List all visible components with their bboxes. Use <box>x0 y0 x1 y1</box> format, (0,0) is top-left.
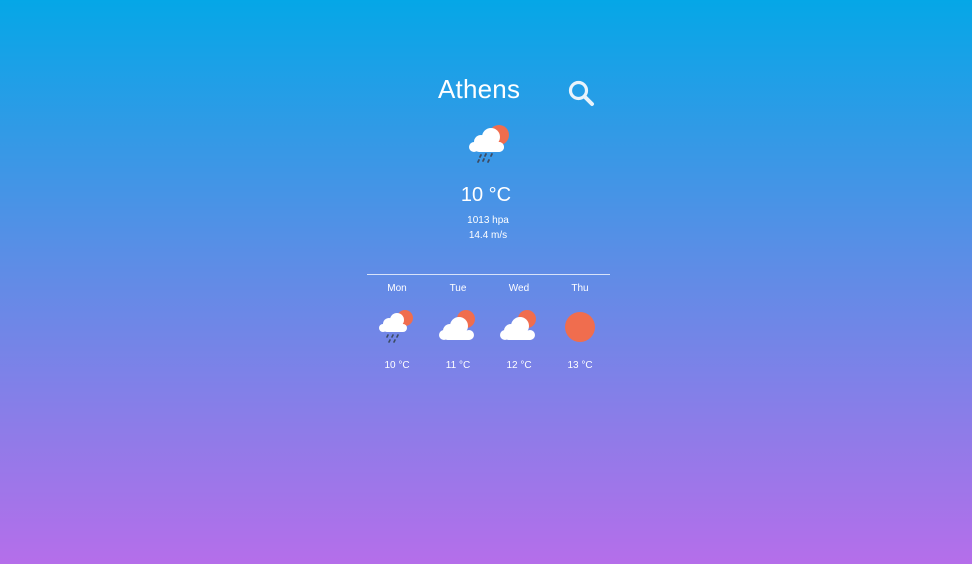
cloud-sun-icon <box>439 310 475 340</box>
forecast-day: Thu 13 °C <box>550 283 610 371</box>
forecast-day: Mon 10 °C <box>367 283 427 371</box>
cloud-sun-icon <box>500 310 536 340</box>
cloud-sun-rain-icon <box>379 310 413 343</box>
forecast-divider <box>367 274 610 275</box>
search-icon[interactable] <box>567 79 595 107</box>
forecast-day: Wed 12 °C <box>489 283 549 371</box>
forecast-day: Tue 11 °C <box>428 283 488 371</box>
day-temperature: 13 °C <box>567 360 593 371</box>
city-name: Athens <box>438 74 521 104</box>
day-temperature: 12 °C <box>506 360 532 371</box>
day-temperature: 10 °C <box>384 360 410 371</box>
pressure-value: 1013 hpa <box>467 215 509 226</box>
current-temperature: 10 °C <box>460 184 512 206</box>
cloud-sun-rain-icon <box>469 125 509 163</box>
day-name: Wed <box>508 283 530 294</box>
sun-icon <box>565 312 595 342</box>
day-name: Mon <box>387 283 407 294</box>
day-temperature: 11 °C <box>445 360 471 371</box>
day-name: Tue <box>449 283 467 294</box>
wind-value: 14.4 m/s <box>468 230 508 241</box>
day-name: Thu <box>571 283 589 294</box>
